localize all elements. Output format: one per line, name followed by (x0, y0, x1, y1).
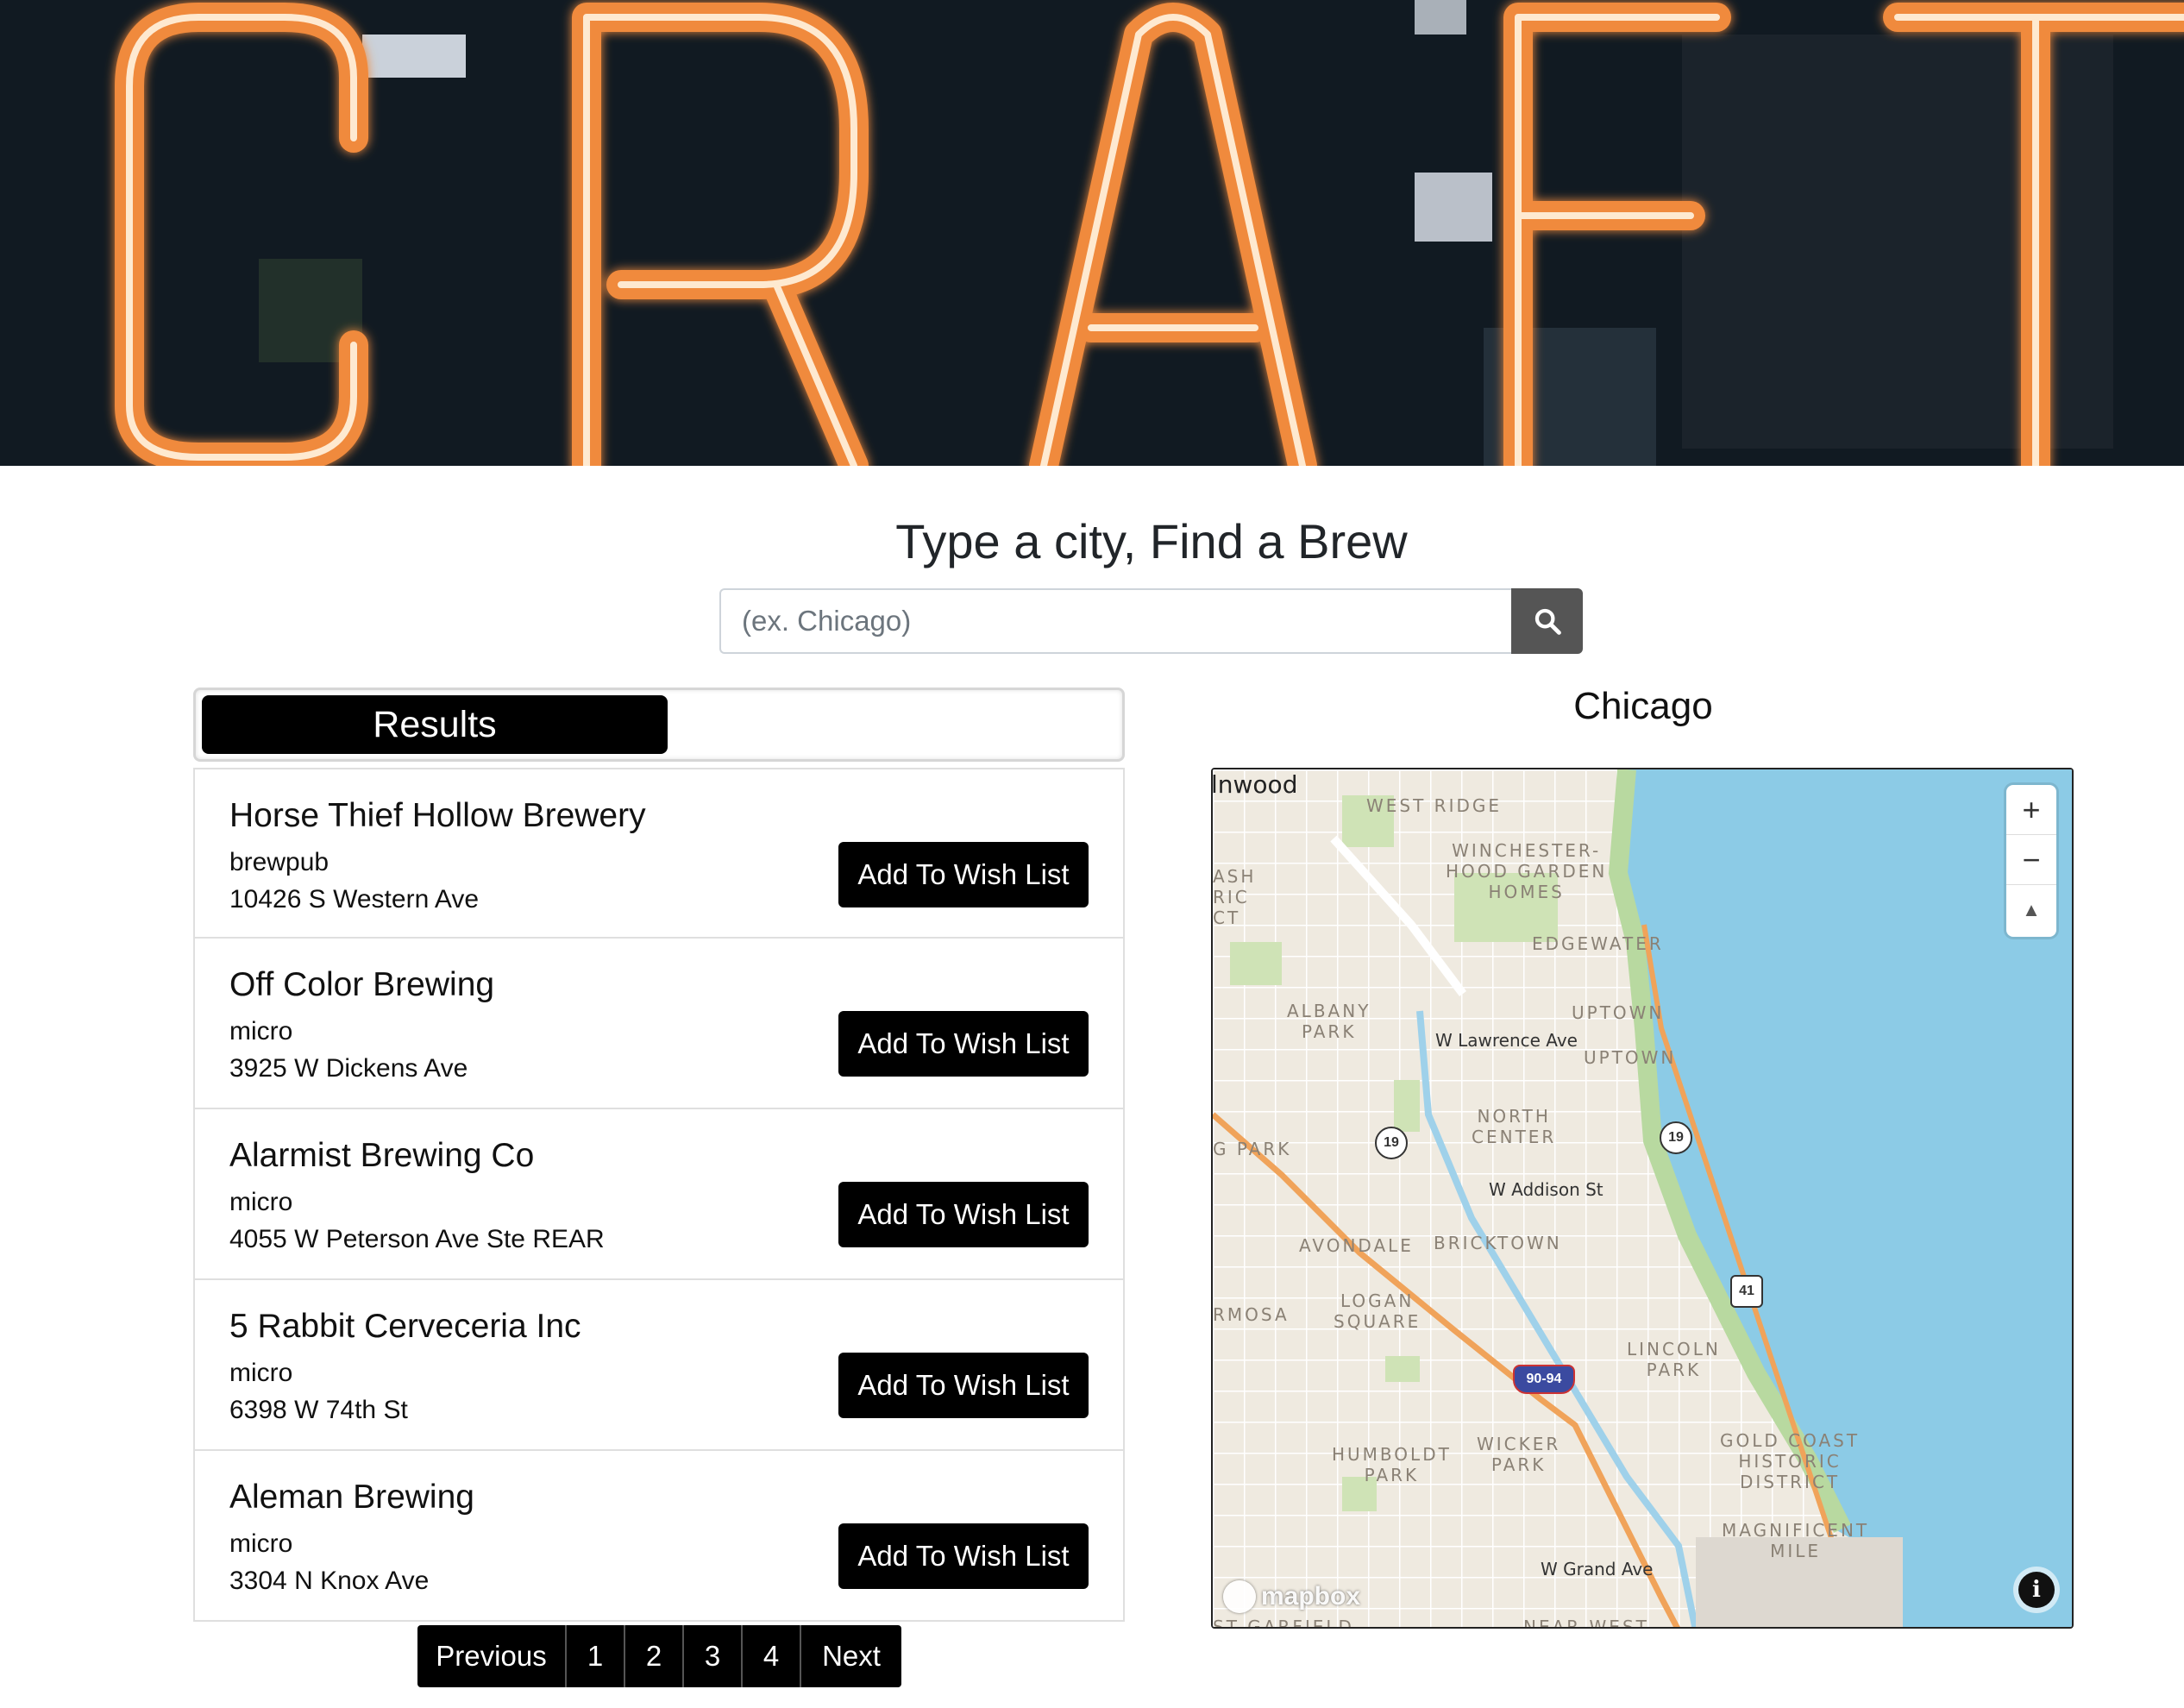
map-label-uptown: UPTOWN (1572, 1002, 1665, 1023)
search-icon (1534, 608, 1561, 635)
search-button[interactable] (1511, 588, 1583, 654)
route-19-shield-east: 19 (1660, 1121, 1692, 1154)
map-label-west-ridge: WEST RIDGE (1366, 795, 1503, 816)
brewery-type: brewpub (229, 848, 329, 876)
brewery-address: 10426 S Western Ave (229, 885, 480, 914)
brewery-name: Aleman Brewing (229, 1479, 474, 1516)
map-label-wicker-park: WICKER PARK (1477, 1434, 1561, 1475)
mapbox-logo-text: mapbox (1261, 1582, 1361, 1611)
brewery-name: 5 Rabbit Cerveceria Inc (229, 1308, 581, 1345)
search-heading: Type a city, Find a Brew (895, 514, 1408, 568)
list-item: Aleman Brewing micro 3304 N Knox Ave Add… (193, 1451, 1125, 1622)
list-item: 5 Rabbit Cerveceria Inc micro 6398 W 74t… (193, 1280, 1125, 1451)
brewery-result-list: Horse Thief Hollow Brewery brewpub 10426… (193, 768, 1125, 1622)
pagination: Previous 1 2 3 4 Next (417, 1625, 901, 1687)
interstate-90-94-shield: 90-94 (1513, 1365, 1575, 1394)
next-page-button[interactable]: Next (801, 1625, 901, 1687)
list-item: Off Color Brewing micro 3925 W Dickens A… (193, 939, 1125, 1109)
map-label-bricktown: BRICKTOWN (1434, 1233, 1562, 1253)
zoom-out-button[interactable]: − (2006, 835, 2056, 885)
map-label-rmosa: RMOSA (1213, 1304, 1290, 1325)
add-to-wish-list-button[interactable]: Add To Wish List (838, 1523, 1089, 1589)
hero-banner (0, 0, 2184, 466)
brewery-type: micro (229, 1188, 293, 1216)
craft-neon-sign-image (0, 0, 2184, 466)
compass-button[interactable]: ▲ (2006, 885, 2056, 935)
brewery-address: 6398 W 74th St (229, 1396, 408, 1424)
map-label-lnwood: lnwood (1211, 770, 1298, 799)
tab-results[interactable]: Results (202, 695, 668, 754)
add-to-wish-list-button[interactable]: Add To Wish List (838, 842, 1089, 907)
results-tab-bar: Results (193, 688, 1125, 762)
map-label-gold-coast: GOLD COAST HISTORIC DISTRICT (1720, 1430, 1861, 1492)
previous-page-button[interactable]: Previous (417, 1625, 567, 1687)
add-to-wish-list-button[interactable]: Add To Wish List (838, 1182, 1089, 1247)
map-road-grand: W Grand Ave (1541, 1559, 1654, 1579)
map-label-magnificent-mile: MAGNIFICENT MILE (1722, 1520, 1870, 1561)
map-label-avondale: AVONDALE (1299, 1235, 1414, 1256)
map-label-lincoln-park: LINCOLN PARK (1627, 1339, 1721, 1380)
page-1-button[interactable]: 1 (567, 1625, 625, 1687)
zoom-in-button[interactable]: + (2006, 785, 2056, 835)
map-label-humboldt-park: HUMBOLDT PARK (1332, 1444, 1452, 1485)
route-19-shield: 19 (1375, 1127, 1408, 1159)
brewery-address: 3925 W Dickens Ave (229, 1054, 468, 1083)
mapbox-logo-icon (1223, 1580, 1256, 1613)
map-label-logan-square: LOGAN SQUARE (1334, 1290, 1421, 1332)
map-label-north-center: NORTH CENTER (1472, 1106, 1557, 1147)
brewery-type: micro (229, 1017, 293, 1046)
map-label-edgewater: EDGEWATER (1532, 933, 1664, 954)
map-label-winchester: WINCHESTER- HOOD GARDEN HOMES (1446, 840, 1608, 902)
map-tiles (1213, 769, 2072, 1627)
us-41-shield: 41 (1730, 1275, 1763, 1308)
map-label-ash: ASH RIC CT (1213, 866, 1257, 928)
map-label-uptown-2: UPTOWN (1584, 1047, 1677, 1068)
brewery-type: micro (229, 1529, 293, 1558)
map-label-g-park: G PARK (1213, 1139, 1292, 1159)
mapbox-logo[interactable]: mapbox (1223, 1580, 1360, 1613)
list-item: Horse Thief Hollow Brewery brewpub 10426… (193, 768, 1125, 939)
map-road-addison: W Addison St (1489, 1179, 1603, 1200)
add-to-wish-list-button[interactable]: Add To Wish List (838, 1011, 1089, 1077)
page-2-button[interactable]: 2 (625, 1625, 684, 1687)
add-to-wish-list-button[interactable]: Add To Wish List (838, 1353, 1089, 1418)
search-bar (719, 588, 1583, 654)
page-4-button[interactable]: 4 (743, 1625, 801, 1687)
map-label-garfield: ST GARFIELD (1213, 1617, 1354, 1629)
brewery-name: Off Color Brewing (229, 966, 495, 1003)
page-3-button[interactable]: 3 (684, 1625, 743, 1687)
map-label-near-west: NEAR WEST (1523, 1617, 1649, 1629)
city-map[interactable]: lnwood WEST RIDGE WINCHESTER- HOOD GARDE… (1211, 768, 2074, 1629)
brewery-name: Alarmist Brewing Co (229, 1137, 535, 1174)
map-attribution-info-button[interactable]: i (2018, 1572, 2055, 1608)
brewery-type: micro (229, 1359, 293, 1387)
brewery-name: Horse Thief Hollow Brewery (229, 797, 646, 834)
brewery-address: 4055 W Peterson Ave Ste REAR (229, 1225, 605, 1253)
map-label-albany-park: ALBANY PARK (1287, 1001, 1371, 1042)
map-road-lawrence: W Lawrence Ave (1435, 1030, 1578, 1051)
map-nav-controls: + − ▲ (2006, 785, 2056, 937)
city-search-input[interactable] (719, 588, 1511, 654)
list-item: Alarmist Brewing Co micro 4055 W Peterso… (193, 1109, 1125, 1280)
brewery-address: 3304 N Knox Ave (229, 1567, 430, 1595)
map-city-title: Chicago (1573, 685, 1713, 727)
